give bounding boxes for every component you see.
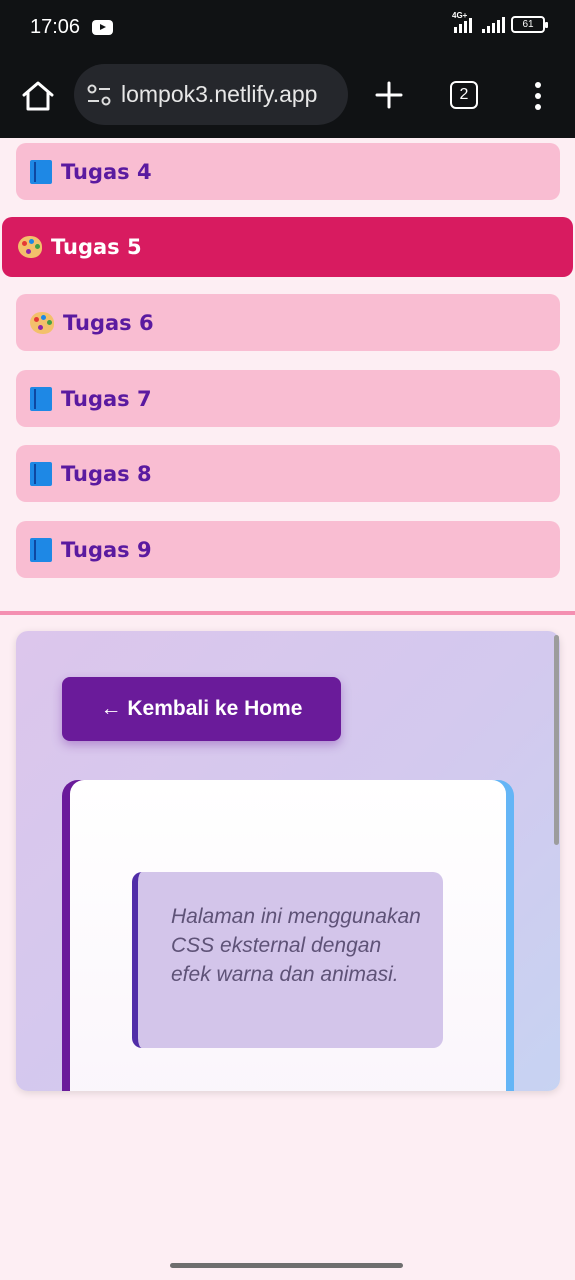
- scrollbar[interactable]: [554, 635, 559, 845]
- book-icon: [30, 537, 52, 562]
- menu-item-tugas-6[interactable]: Tugas 6: [16, 294, 560, 351]
- menu-item-label: Tugas 8: [61, 461, 152, 486]
- mobile-signal-icon: 4G+: [452, 11, 472, 33]
- tab-switcher-button[interactable]: 2: [450, 81, 478, 109]
- menu-item-label: Tugas 6: [63, 310, 154, 335]
- menu-item-tugas-9[interactable]: Tugas 9: [16, 521, 560, 578]
- clock: 17:06: [30, 16, 81, 38]
- menu-item-label: Tugas 7: [61, 386, 152, 411]
- wifi-signal-icon: [482, 16, 505, 33]
- menu-item-tugas-8[interactable]: Tugas 8: [16, 445, 560, 502]
- back-to-home-button[interactable]: ← Kembali ke Home: [62, 677, 341, 741]
- inner-card-body: Halaman ini menggunakan CSS eksternal de…: [70, 780, 506, 1091]
- battery-icon: 61: [511, 16, 548, 33]
- palette-icon: [30, 311, 54, 334]
- palette-icon: [18, 236, 42, 258]
- menu-item-label: Tugas 5: [51, 235, 142, 259]
- book-icon: [30, 461, 52, 486]
- tab-count: 2: [459, 86, 469, 103]
- home-icon[interactable]: [18, 76, 58, 116]
- new-tab-icon[interactable]: [372, 78, 406, 112]
- menu-item-label: Tugas 9: [61, 537, 152, 562]
- address-bar[interactable]: lompok3.netlify.app: [74, 64, 348, 125]
- youtube-notification-icon: [92, 20, 113, 35]
- battery-level: 61: [522, 19, 534, 30]
- menu-item-tugas-5[interactable]: Tugas 5: [2, 217, 573, 277]
- menu-item-label: Tugas 4: [61, 159, 152, 184]
- description-quote: Halaman ini menggunakan CSS eksternal de…: [132, 872, 443, 1048]
- more-options-icon[interactable]: [526, 80, 550, 112]
- inner-card: Halaman ini menggunakan CSS eksternal de…: [62, 780, 514, 1091]
- book-icon: [30, 386, 52, 411]
- content-card: ← Kembali ke Home Halaman ini menggunaka…: [16, 631, 560, 1091]
- url-text[interactable]: lompok3.netlify.app: [121, 81, 317, 108]
- status-icons: 4G+ 61: [452, 11, 548, 33]
- menu-item-tugas-4[interactable]: Tugas 4: [16, 143, 560, 200]
- menu-item-tugas-7[interactable]: Tugas 7: [16, 370, 560, 427]
- status-bar: 17:06 4G+ 61: [0, 0, 575, 58]
- browser-toolbar: lompok3.netlify.app 2: [0, 58, 575, 138]
- network-type: 4G+: [452, 10, 468, 20]
- gesture-navigation-bar[interactable]: [170, 1263, 403, 1268]
- section-divider: [0, 611, 575, 615]
- book-icon: [30, 159, 52, 184]
- site-settings-icon[interactable]: [86, 83, 112, 107]
